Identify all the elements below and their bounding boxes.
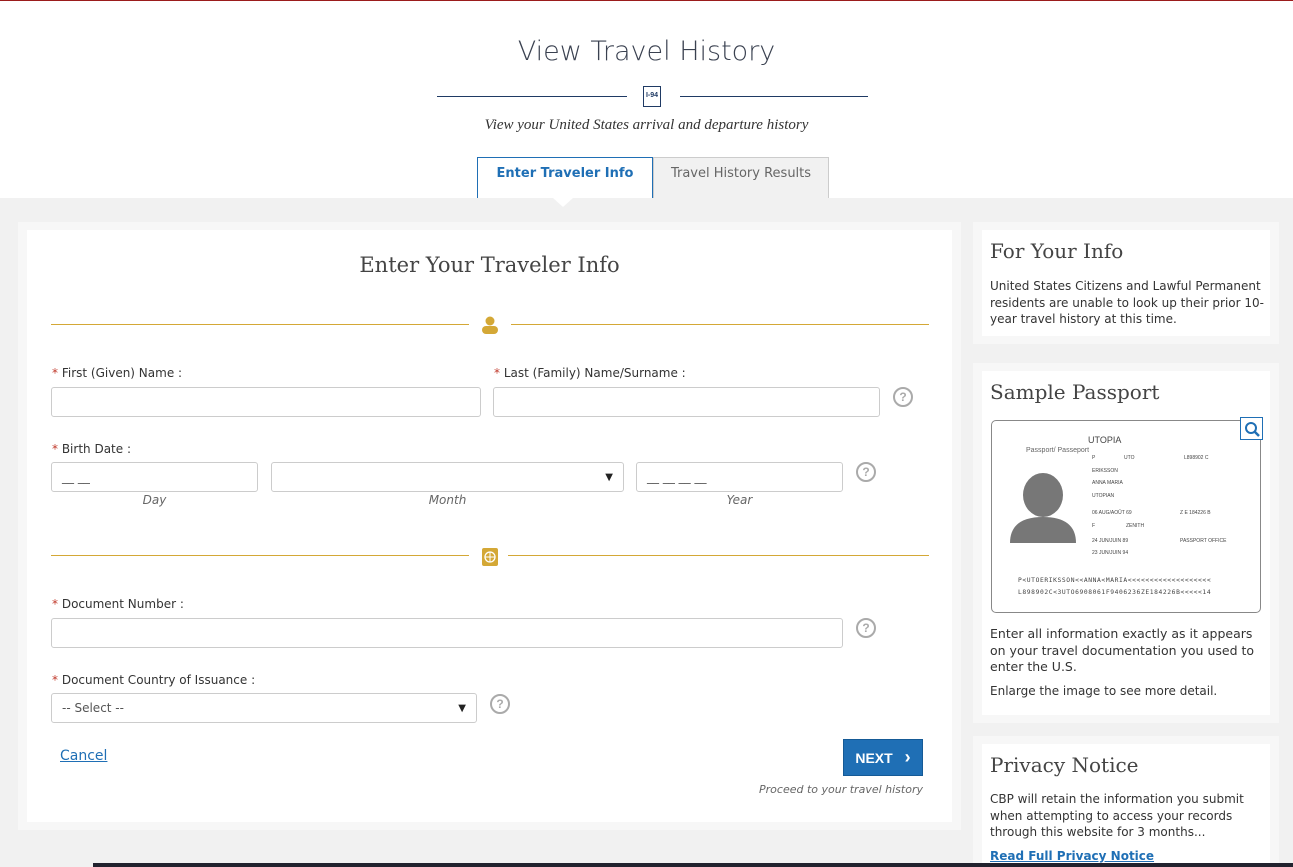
page-subtitle: View your United States arrival and depa…: [484, 117, 809, 133]
info-text: United States Citizens and Lawful Perman…: [990, 279, 1264, 326]
enlarge-hint: Enlarge the image to see more detail.: [990, 684, 1218, 698]
divider: [508, 555, 929, 556]
page-title: View Travel History: [517, 36, 776, 67]
divider: [511, 324, 929, 325]
i94-document-icon: I-94: [643, 86, 661, 107]
day-caption: Day: [142, 493, 167, 507]
last-name-input[interactable]: [493, 387, 880, 417]
tab-travel-history-results[interactable]: Travel History Results: [653, 157, 829, 198]
document-number-label: * Document Number :: [52, 597, 184, 611]
month-caption: Month: [428, 493, 467, 507]
help-icon[interactable]: ?: [856, 462, 876, 482]
zoom-magnifier-icon[interactable]: [1240, 417, 1263, 440]
divider: [680, 96, 868, 97]
help-icon[interactable]: ?: [893, 387, 913, 407]
document-number-input[interactable]: [51, 618, 843, 648]
cancel-link[interactable]: Cancel: [60, 748, 107, 764]
birth-month-select[interactable]: ▼: [271, 462, 624, 492]
chevron-down-icon: ▼: [605, 471, 613, 483]
form-title: Enter Your Traveler Info: [359, 253, 620, 277]
person-icon: [482, 316, 498, 334]
year-caption: Year: [726, 493, 753, 507]
birth-day-input[interactable]: __ __: [51, 462, 258, 492]
bottom-bar: [93, 863, 1293, 867]
country-select[interactable]: -- Select -- ▼: [51, 693, 477, 723]
sample-text: Enter all information exactly as it appe…: [990, 626, 1255, 674]
passport-photo-silhouette: [1010, 473, 1076, 543]
help-icon[interactable]: ?: [856, 618, 876, 638]
sample-title: Sample Passport: [990, 380, 1160, 404]
tab-enter-traveler-info[interactable]: Enter Traveler Info: [477, 157, 653, 198]
divider: [51, 324, 469, 325]
help-icon[interactable]: ?: [490, 694, 510, 714]
first-name-label: * First (Given) Name :: [52, 366, 183, 380]
chevron-down-icon: ▼: [458, 702, 466, 714]
privacy-title: Privacy Notice: [990, 753, 1139, 777]
active-tab-pointer: [553, 198, 573, 207]
privacy-text: CBP will retain the information you subm…: [990, 792, 1244, 839]
privacy-notice-link[interactable]: Read Full Privacy Notice: [990, 849, 1154, 863]
sample-passport-image[interactable]: Passport/ Passeport UTOPIA P UTO L898902…: [991, 420, 1261, 613]
first-name-input[interactable]: [51, 387, 481, 417]
last-name-label: * Last (Family) Name/Surname :: [494, 366, 686, 380]
next-caption: Proceed to your travel history: [759, 783, 923, 796]
info-title: For Your Info: [990, 239, 1124, 263]
birth-year-input[interactable]: __ __ __ __: [636, 462, 843, 492]
divider: [51, 555, 469, 556]
birth-date-label: * Birth Date :: [52, 442, 131, 456]
chevron-right-icon: ›: [904, 747, 911, 767]
next-button[interactable]: NEXT ›: [843, 739, 923, 776]
country-label: * Document Country of Issuance :: [52, 673, 256, 687]
passport-icon: [482, 548, 498, 566]
divider: [437, 96, 627, 97]
